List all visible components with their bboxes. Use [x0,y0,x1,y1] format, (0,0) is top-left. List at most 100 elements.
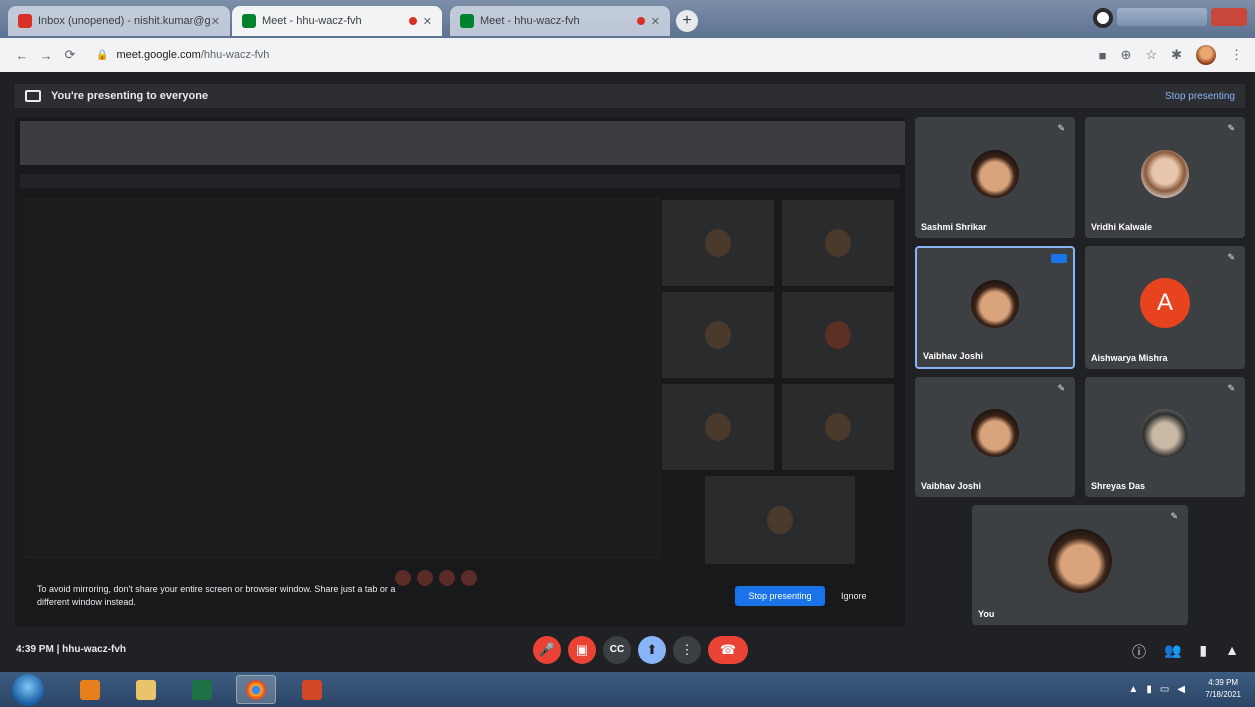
volume-icon[interactable]: ◀ [1177,684,1185,695]
meeting-details-icon[interactable]: ⓘ [1132,642,1146,662]
mirrored-face [825,413,851,441]
meet-icon [460,14,474,28]
mic-off-icon[interactable]: 🎤 [533,636,561,664]
mirrored-tile [705,476,855,564]
activities-icon[interactable]: ▲ [1225,642,1239,662]
recording-dot-icon [636,17,645,25]
mirrored-banner [20,174,900,188]
stop-presenting-link[interactable]: Stop presenting [1165,91,1235,102]
url-host: meet.google.com [116,49,201,61]
pin-icon[interactable]: ✎ [1227,383,1235,394]
chrome-app[interactable] [236,675,276,704]
lock-icon: 🔒 [96,49,109,61]
mirrored-control [461,570,477,586]
new-tab-button[interactable]: + [676,10,698,32]
more-vert-icon[interactable]: ⋮ [673,636,701,664]
self-view-tile[interactable]: ✎ You [972,505,1188,625]
start-button-icon[interactable] [12,674,44,706]
participant-name: Shreyas Das [1091,481,1146,491]
tab-title: Inbox (unopened) - nishit.kumar@gmail.co… [38,15,211,27]
call-controls: 🎤 ▣ CC ⬆ ⋮ ☎ [533,636,748,664]
participant-tile[interactable]: ✎ A Aishwarya Mishra [1085,246,1245,369]
system-tray: ▲ ▮ ▭ ◀ [1128,684,1185,695]
account-avatar[interactable] [1196,45,1216,65]
browser-tab-strip: Inbox (unopened) - nishit.kumar@gmail.co… [0,0,1255,38]
zoom-icon[interactable]: ⊕ [1121,47,1132,63]
extensions-icon[interactable]: ✱ [1171,47,1182,63]
pin-icon[interactable]: ✎ [1227,252,1235,263]
meet-icon [242,14,256,28]
stop-presenting-button[interactable]: Stop presenting [735,586,825,606]
present-icon[interactable]: ⬆ [638,636,666,664]
gmail-icon [18,14,32,28]
camera-off-icon[interactable]: ▣ [568,636,596,664]
meeting-time: 4:39 PM [16,644,54,655]
participant-tile-speaking[interactable]: Vaibhav Joshi [915,246,1075,369]
participant-tile[interactable]: ✎ Shreyas Das [1085,377,1245,497]
participant-tile[interactable]: ✎ Vaibhav Joshi [915,377,1075,497]
tab-title: Meet - hhu-wacz-fvh [480,15,580,27]
browser-tab-gmail[interactable]: Inbox (unopened) - nishit.kumar@gmail.co… [8,6,230,36]
minimize-maximize-buttons[interactable] [1117,8,1207,26]
participant-tile[interactable]: ✎ Vridhi Kalwale [1085,117,1245,238]
participant-name: Vaibhav Joshi [921,481,982,491]
pin-icon[interactable]: ✎ [1170,511,1178,522]
speaking-badge [1051,254,1067,263]
self-avatar [1048,529,1112,593]
media-player-app[interactable] [70,675,110,704]
reload-icon[interactable]: ⟳ [58,47,82,63]
participant-avatar [971,279,1019,328]
windows-taskbar: ▲ ▮ ▭ ◀ 4:39 PM 7/18/2021 [0,672,1255,707]
camera-indicator-icon[interactable]: ■ [1099,48,1107,63]
meeting-code: hhu-wacz-fvh [62,644,127,655]
mirrored-tile [782,384,894,470]
mirrored-control [417,570,433,586]
browser-tab-meet[interactable]: Meet - hhu-wacz-fvh ✕ [450,6,670,36]
mirroring-warning-text: To avoid mirroring, don't share your ent… [37,584,396,607]
network-icon[interactable]: ▮ [1146,684,1152,695]
presentation-stage: To avoid mirroring, don't share your ent… [15,118,905,626]
excel-app[interactable] [182,675,222,704]
mirrored-face [825,229,851,257]
call-control-bar: 4:39 PM | hhu-wacz-fvh 🎤 ▣ CC ⬆ ⋮ ☎ ⓘ 👥 … [0,628,1255,672]
file-explorer-app[interactable] [126,675,166,704]
address-bar[interactable]: 🔒 meet.google.com /hhu-wacz-fvh [96,43,269,67]
window-close-button[interactable] [1211,8,1247,26]
participant-avatar [971,409,1019,457]
people-icon[interactable]: 👥 [1164,642,1181,662]
participant-avatar-letter: A [1140,277,1190,328]
pin-icon[interactable]: ✎ [1057,383,1065,394]
close-icon[interactable]: ✕ [423,15,432,28]
participant-name: You [978,609,995,619]
dismiss-button[interactable]: Ignore [841,591,867,601]
end-call-icon[interactable]: ☎ [708,636,748,664]
close-icon[interactable]: ✕ [651,15,660,28]
taskbar-time: 4:39 PM [1208,678,1239,687]
browser-tab-meet-active[interactable]: Meet - hhu-wacz-fvh ✕ [232,6,442,36]
participant-name: Vridhi Kalwale [1091,222,1153,232]
present-screen-icon [25,90,41,102]
pin-icon[interactable]: ✎ [1227,123,1235,134]
battery-icon[interactable]: ▭ [1160,684,1169,695]
participant-avatar [971,149,1019,198]
powerpoint-app[interactable] [292,675,332,704]
profile-icon[interactable] [1093,8,1113,28]
close-icon[interactable]: ✕ [211,15,220,28]
tray-expand-icon[interactable]: ▲ [1128,684,1138,695]
bookmark-star-icon[interactable]: ☆ [1145,47,1157,63]
participant-tile[interactable]: ✎ Sashmi Shrikar [915,117,1075,238]
mirrored-tile [662,384,774,470]
folder-icon [136,679,156,700]
pin-icon[interactable]: ✎ [1057,123,1065,134]
mirrored-tile [662,200,774,286]
taskbar-clock[interactable]: 4:39 PM 7/18/2021 [1205,677,1241,701]
forward-icon[interactable]: → [34,48,58,63]
media-player-icon [80,679,100,700]
back-icon[interactable]: ← [10,48,34,63]
chrome-icon [246,679,266,700]
window-controls [1093,8,1247,28]
mirrored-face [767,506,793,534]
captions-button[interactable]: CC [603,636,631,664]
chat-icon[interactable]: ▮ [1199,642,1207,662]
menu-icon[interactable]: ⋮ [1230,47,1243,63]
